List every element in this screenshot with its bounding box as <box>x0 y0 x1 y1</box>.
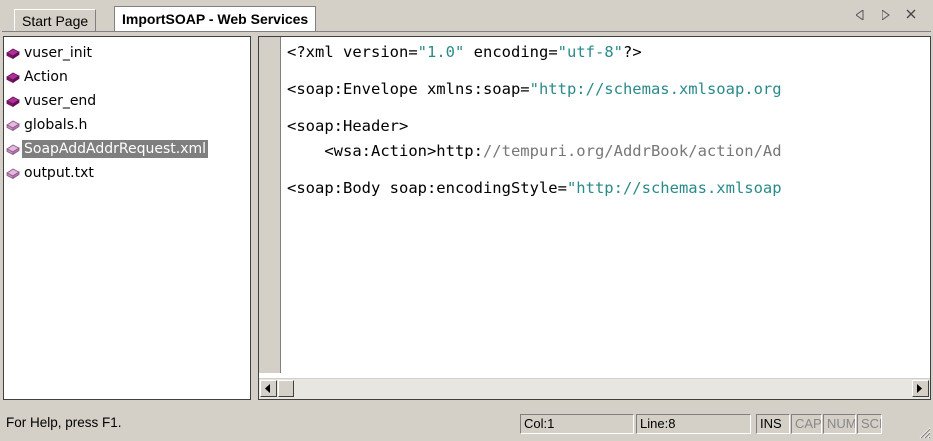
code-line: <soap:Header> <box>287 117 409 135</box>
editor-gutter <box>259 37 281 373</box>
resize-grip-icon[interactable] <box>918 426 931 439</box>
code-editor[interactable]: <?xml version="1.0" encoding="utf-8"?> <s… <box>258 36 931 400</box>
status-help-text: For Help, press F1. <box>6 415 122 430</box>
tree-item[interactable]: output.txt <box>4 161 250 185</box>
tree-item-label: SoapAddAddrRequest.xml <box>22 140 209 158</box>
tab-bar: Start Page ImportSOAP - Web Services <box>0 0 933 32</box>
code-text[interactable]: <?xml version="1.0" encoding="utf-8"?> <s… <box>287 40 930 370</box>
scroll-left-button[interactable] <box>260 380 277 397</box>
code-line: <soap:Body soap:encodingStyle="http://sc… <box>287 179 782 197</box>
code-line: <wsa:Action>http://tempuri.org/AddrBook/… <box>287 142 782 160</box>
tree-item-label: globals.h <box>24 117 88 133</box>
script-icon <box>6 72 20 83</box>
scroll-tabs-right-icon[interactable] <box>881 8 890 23</box>
file-icon <box>6 168 20 179</box>
status-scroll-lock: SCF <box>857 414 882 434</box>
scroll-thumb[interactable] <box>278 380 294 397</box>
tree-item-label: vuser_end <box>24 93 97 109</box>
tree-item[interactable]: vuser_init <box>4 41 250 65</box>
arrow-right-icon <box>917 384 922 393</box>
close-tab-icon[interactable] <box>906 6 916 23</box>
status-insert-mode: INS <box>756 414 790 434</box>
scroll-right-button[interactable] <box>912 380 929 397</box>
status-caps-lock: CAP <box>791 414 822 434</box>
tree-item-label: output.txt <box>24 165 94 181</box>
status-line: Line:8 <box>636 414 751 434</box>
tab-start-page[interactable]: Start Page <box>14 9 97 32</box>
script-icon <box>6 96 20 107</box>
file-icon <box>6 144 20 155</box>
tree-item[interactable]: vuser_end <box>4 89 250 113</box>
tree-item-label: vuser_init <box>24 45 92 61</box>
status-bar: For Help, press F1. Col:1 Line:8 INS CAP… <box>0 406 933 441</box>
tree-item[interactable]: globals.h <box>4 113 250 137</box>
horizontal-scrollbar[interactable] <box>259 378 930 399</box>
file-icon <box>6 120 20 131</box>
status-column: Col:1 <box>520 414 634 434</box>
tab-importsoap[interactable]: ImportSOAP - Web Services <box>114 6 317 32</box>
arrow-left-icon <box>265 384 270 393</box>
file-tree: vuser_init Action vuser_end globals.h SoapAd… <box>3 36 251 400</box>
script-icon <box>6 48 20 59</box>
code-line: <soap:Envelope xmlns:soap="http://schema… <box>287 80 782 98</box>
tree-item[interactable]: SoapAddAddrRequest.xml <box>4 137 250 161</box>
status-num-lock: NUM <box>823 414 856 434</box>
code-line: <?xml version="1.0" encoding="utf-8"?> <box>287 43 642 61</box>
tree-item[interactable]: Action <box>4 65 250 89</box>
tree-item-label: Action <box>24 69 68 85</box>
scroll-tabs-left-icon[interactable] <box>855 8 864 23</box>
